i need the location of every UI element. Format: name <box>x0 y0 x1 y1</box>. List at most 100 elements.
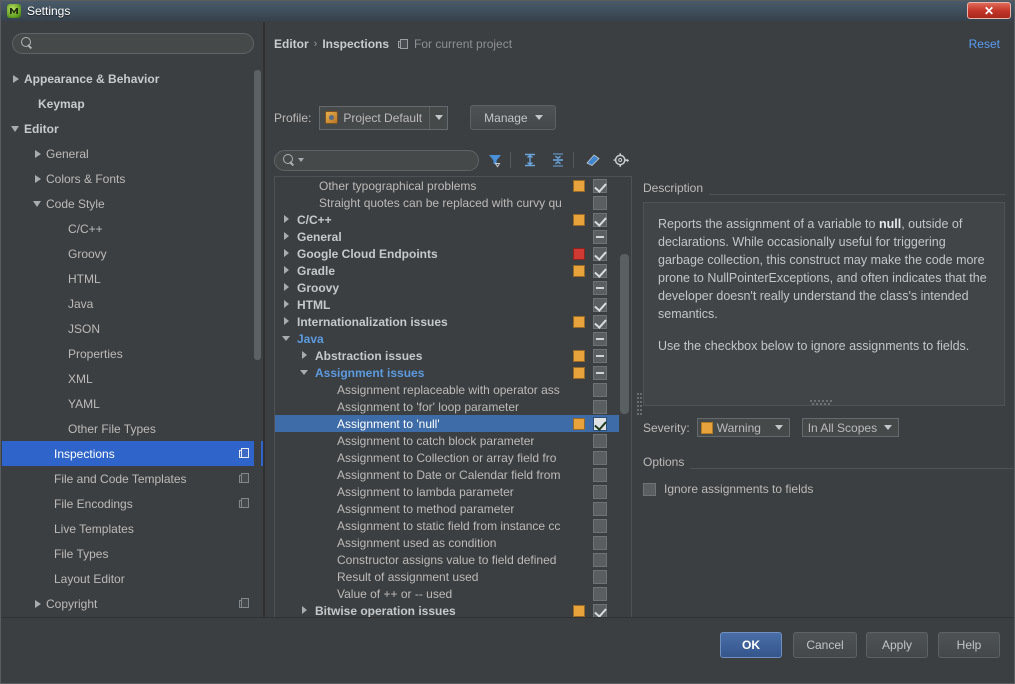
reset-link[interactable]: Reset <box>969 37 1000 51</box>
inspection-tree-row[interactable]: Assignment to Date or Calendar field fro… <box>275 466 619 483</box>
inspection-enabled-checkbox[interactable] <box>593 587 607 601</box>
sidebar-search-box[interactable] <box>12 33 254 54</box>
inspection-tree-row[interactable]: Abstraction issues <box>275 347 619 364</box>
inspection-tree-row[interactable]: Java <box>275 330 619 347</box>
inspection-tree-row[interactable]: Internationalization issues <box>275 313 619 330</box>
inspection-enabled-checkbox[interactable] <box>593 247 607 261</box>
inspection-tree-row[interactable]: Result of assignment used <box>275 568 619 585</box>
inspection-enabled-checkbox[interactable] <box>593 400 607 414</box>
sidebar-item-java[interactable]: Java <box>2 291 263 316</box>
chevron-down-icon[interactable] <box>10 122 24 136</box>
sidebar-search-input[interactable] <box>38 36 253 51</box>
chevron-right-icon[interactable] <box>281 298 293 310</box>
manage-button[interactable]: Manage <box>470 105 557 130</box>
inspections-search-input[interactable] <box>307 152 478 168</box>
inspection-tree-row[interactable]: Assignment to 'null' <box>275 415 619 432</box>
severity-select[interactable]: Warning <box>696 418 790 437</box>
inspection-enabled-checkbox[interactable] <box>593 519 607 533</box>
inspection-enabled-checkbox[interactable] <box>593 604 607 618</box>
sidebar-item-html[interactable]: HTML <box>2 266 263 291</box>
inspection-tree-row[interactable]: Groovy <box>275 279 619 296</box>
chevron-right-icon[interactable] <box>299 349 311 361</box>
inspection-enabled-checkbox[interactable] <box>593 553 607 567</box>
sidebar-item-inspections[interactable]: Inspections <box>2 441 263 466</box>
sidebar-item-copyright[interactable]: Copyright <box>2 591 263 616</box>
sidebar-item-yaml[interactable]: YAML <box>2 391 263 416</box>
inspection-tree-row[interactable]: Assignment to 'for' loop parameter <box>275 398 619 415</box>
sidebar-scrollbar-thumb[interactable] <box>254 70 261 360</box>
inspection-tree-row[interactable]: Assignment to catch block parameter <box>275 432 619 449</box>
chevron-right-icon[interactable] <box>281 247 293 259</box>
help-button[interactable]: Help <box>938 632 1000 658</box>
reset-to-default-icon[interactable] <box>581 149 605 171</box>
breadcrumb-inspections[interactable]: Inspections <box>322 37 389 51</box>
sidebar-item-file-types[interactable]: File Types <box>2 541 263 566</box>
expand-all-icon[interactable] <box>518 149 542 171</box>
inspection-enabled-checkbox[interactable] <box>593 281 607 295</box>
inspection-tree-row[interactable]: Assignment to Collection or array field … <box>275 449 619 466</box>
inspection-enabled-checkbox[interactable] <box>593 536 607 550</box>
collapse-all-icon[interactable] <box>546 149 570 171</box>
sidebar-item-groovy[interactable]: Groovy <box>2 241 263 266</box>
close-icon[interactable]: ✕ <box>967 2 1011 19</box>
chevron-down-icon[interactable] <box>299 366 311 378</box>
inspection-enabled-checkbox[interactable] <box>593 213 607 227</box>
inspection-enabled-checkbox[interactable] <box>593 485 607 499</box>
inspection-tree-row[interactable]: Constructor assigns value to field defin… <box>275 551 619 568</box>
inspection-enabled-checkbox[interactable] <box>593 332 607 346</box>
sidebar-item-layout-editor[interactable]: Layout Editor <box>2 566 263 591</box>
sidebar-item-appearance-behavior[interactable]: Appearance & Behavior <box>2 66 263 91</box>
inspection-enabled-checkbox[interactable] <box>593 315 607 329</box>
chevron-right-icon[interactable] <box>281 264 293 276</box>
ok-button[interactable]: OK <box>720 632 782 658</box>
inspection-tree-row[interactable]: Value of ++ or -- used <box>275 585 619 602</box>
chevron-right-icon[interactable] <box>299 604 311 616</box>
chevron-down-icon[interactable] <box>298 158 304 162</box>
sidebar-item-colors-fonts[interactable]: Colors & Fonts <box>2 166 263 191</box>
inspection-tree-row[interactable]: Assignment to method parameter <box>275 500 619 517</box>
chevron-right-icon[interactable] <box>281 213 293 225</box>
inspection-enabled-checkbox[interactable] <box>593 417 607 431</box>
profile-select[interactable]: Project Default <box>319 105 449 130</box>
sidebar-item-general[interactable]: General <box>2 141 263 166</box>
sidebar-item-editor[interactable]: Editor <box>2 116 263 141</box>
inspection-enabled-checkbox[interactable] <box>593 196 607 210</box>
inspection-tree-row[interactable]: Other typographical problems <box>275 177 619 194</box>
inspection-tree-row[interactable]: Straight quotes can be replaced with cur… <box>275 194 619 211</box>
inspection-tree-row[interactable]: Google Cloud Endpoints <box>275 245 619 262</box>
sidebar-item-file-encodings[interactable]: File Encodings <box>2 491 263 516</box>
inspection-enabled-checkbox[interactable] <box>593 451 607 465</box>
inspection-tree-row[interactable]: Gradle <box>275 262 619 279</box>
chevron-right-icon[interactable] <box>32 147 46 161</box>
sidebar-item-other-file-types[interactable]: Other File Types <box>2 416 263 441</box>
chevron-down-icon[interactable] <box>281 332 293 344</box>
inspection-tree-row[interactable]: Assignment used as condition <box>275 534 619 551</box>
sidebar-item-xml[interactable]: XML <box>2 366 263 391</box>
chevron-right-icon[interactable] <box>32 172 46 186</box>
gear-icon[interactable] <box>609 149 633 171</box>
chevron-right-icon[interactable] <box>10 72 24 86</box>
chevron-right-icon[interactable] <box>281 281 293 293</box>
inspection-tree-row[interactable]: Assignment to lambda parameter <box>275 483 619 500</box>
inspection-tree-row[interactable]: C/C++ <box>275 211 619 228</box>
inspection-enabled-checkbox[interactable] <box>593 179 607 193</box>
inspection-enabled-checkbox[interactable] <box>593 468 607 482</box>
sidebar-scrollbar[interactable] <box>254 70 261 615</box>
inspection-tree-row[interactable]: Assignment replaceable with operator ass <box>275 381 619 398</box>
inspection-tree-row[interactable]: Assignment issues <box>275 364 619 381</box>
inspection-enabled-checkbox[interactable] <box>593 366 607 380</box>
filter-icon[interactable] <box>483 149 507 171</box>
inspection-tree-row[interactable]: HTML <box>275 296 619 313</box>
inspection-enabled-checkbox[interactable] <box>593 383 607 397</box>
sidebar-item-keymap[interactable]: Keymap <box>2 91 263 116</box>
inspection-enabled-checkbox[interactable] <box>593 264 607 278</box>
inspection-enabled-checkbox[interactable] <box>593 434 607 448</box>
inspection-enabled-checkbox[interactable] <box>593 502 607 516</box>
inspection-tree-row[interactable]: General <box>275 228 619 245</box>
checkbox-box[interactable] <box>643 482 656 496</box>
chevron-right-icon[interactable] <box>281 230 293 242</box>
inspection-enabled-checkbox[interactable] <box>593 298 607 312</box>
sidebar-item-live-templates[interactable]: Live Templates <box>2 516 263 541</box>
inspections-tree-scrollbar-thumb[interactable] <box>620 254 629 414</box>
apply-button[interactable]: Apply <box>866 632 928 658</box>
